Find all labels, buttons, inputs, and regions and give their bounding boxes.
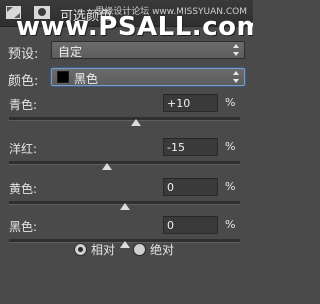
black-value: 0 bbox=[167, 219, 174, 232]
yellow-slider-thumb[interactable] bbox=[119, 203, 130, 210]
magenta-value: -15 bbox=[167, 141, 185, 154]
cyan-value-field[interactable]: +10 bbox=[163, 94, 218, 112]
cyan-label: 青色: bbox=[9, 98, 38, 112]
watermark-logo-text: www.PSALL.com bbox=[16, 12, 253, 42]
preset-value: 自定 bbox=[58, 45, 83, 59]
yellow-percent-unit: % bbox=[225, 180, 236, 193]
yellow-value: 0 bbox=[167, 181, 174, 194]
dropdown-arrows-icon bbox=[233, 44, 239, 56]
colors-value: 黑色 bbox=[74, 72, 99, 86]
relative-label[interactable]: 相对 bbox=[91, 241, 115, 258]
cyan-value: +10 bbox=[167, 97, 191, 110]
cyan-percent-unit: % bbox=[225, 96, 236, 109]
colors-dropdown[interactable]: 黑色 bbox=[51, 68, 245, 86]
preset-label: 预设: bbox=[8, 47, 39, 62]
colors-label: 颜色: bbox=[8, 74, 39, 89]
black-slider-thumb[interactable] bbox=[119, 241, 130, 248]
selective-color-panel: 可选颜色 思缘设计论坛 www.MISSYUAN.COM www.PSALL.c… bbox=[0, 0, 253, 304]
color-swatch bbox=[57, 71, 69, 83]
magenta-slider-track[interactable] bbox=[9, 161, 240, 165]
dropdown-arrows-icon bbox=[233, 71, 239, 83]
yellow-value-field[interactable]: 0 bbox=[163, 178, 218, 196]
black-value-field[interactable]: 0 bbox=[163, 216, 218, 234]
magenta-label: 洋红: bbox=[9, 142, 38, 156]
black-label: 黑色: bbox=[9, 220, 38, 234]
magenta-slider-thumb[interactable] bbox=[102, 163, 113, 170]
preset-dropdown[interactable]: 自定 bbox=[51, 41, 245, 59]
cyan-slider-thumb[interactable] bbox=[131, 119, 142, 126]
absolute-label[interactable]: 绝对 bbox=[150, 241, 174, 258]
black-percent-unit: % bbox=[225, 218, 236, 231]
cyan-slider-track[interactable] bbox=[9, 117, 240, 121]
relative-radio[interactable] bbox=[74, 243, 87, 256]
magenta-percent-unit: % bbox=[225, 140, 236, 153]
absolute-radio[interactable] bbox=[133, 243, 146, 256]
yellow-label: 黄色: bbox=[9, 182, 38, 196]
magenta-value-field[interactable]: -15 bbox=[163, 138, 218, 156]
